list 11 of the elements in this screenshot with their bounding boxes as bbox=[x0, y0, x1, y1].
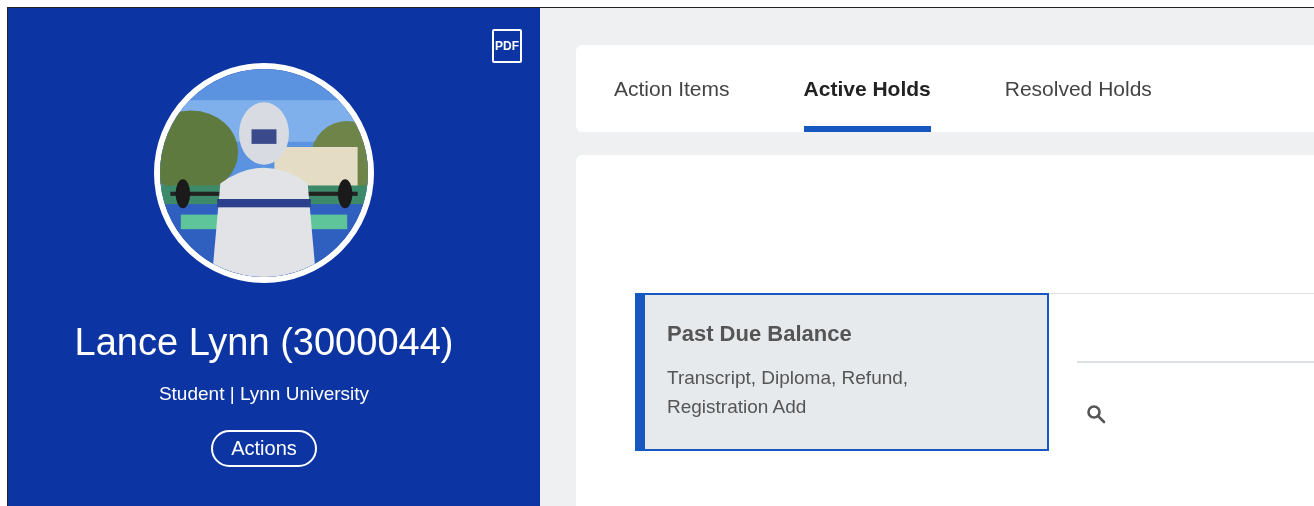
hold-title: Past Due Balance bbox=[667, 321, 853, 347]
student-subtitle: Student | Lynn University bbox=[158, 383, 370, 405]
student-name: Lance Lynn (3000044) bbox=[74, 321, 454, 364]
search-icon[interactable] bbox=[1086, 404, 1106, 424]
pdf-button[interactable]: PDF bbox=[492, 29, 522, 63]
tab[interactable]: Resolved Holds bbox=[1004, 45, 1152, 132]
hold-card[interactable]: Past Due Balance Transcript, Diploma, Refund, Registration Add bbox=[635, 293, 1049, 451]
actions-button[interactable]: Actions bbox=[211, 430, 317, 467]
hold-description: Transcript, Diploma, Refund, Registration Add bbox=[667, 366, 910, 419]
tab[interactable]: Active Holds bbox=[803, 45, 931, 132]
tab[interactable]: Action Items bbox=[614, 45, 730, 132]
